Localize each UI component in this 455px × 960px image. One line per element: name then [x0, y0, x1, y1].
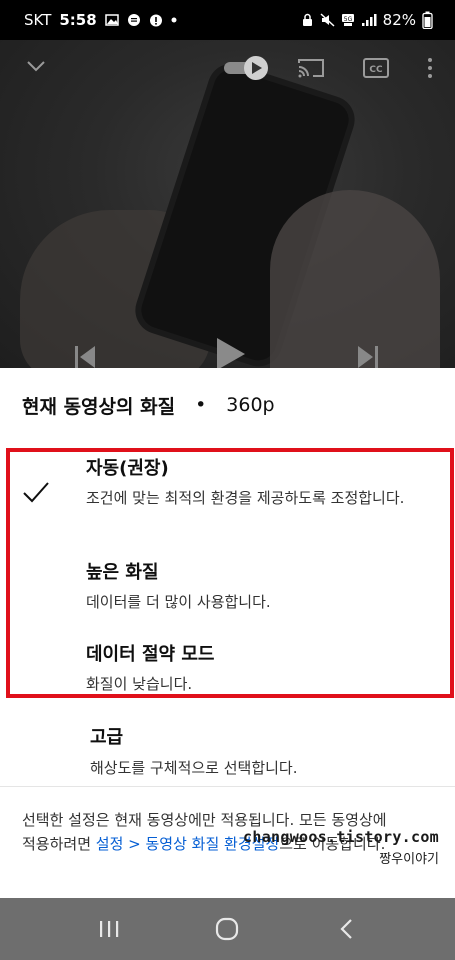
carrier-label: SKT: [24, 11, 52, 29]
option-description: 조건에 맞는 최적의 환경을 제공하도록 조정합니다.: [86, 489, 405, 507]
sheet-header: 현재 동영상의 화질 • 360p: [22, 390, 275, 420]
recent-apps-icon[interactable]: [89, 909, 129, 949]
current-resolution: 360p: [226, 394, 275, 416]
header-title: 현재 동영상의 화질: [22, 395, 176, 418]
option-description: 데이터를 더 많이 사용합니다.: [86, 593, 271, 611]
cast-icon[interactable]: [296, 56, 326, 80]
5g-signal-icon: 5G: [341, 13, 355, 27]
status-bar: SKT 5:58 5G 82%: [0, 0, 455, 40]
play-icon[interactable]: [212, 336, 248, 368]
svg-text:5G: 5G: [343, 16, 352, 23]
option-description: 해상도를 구체적으로 선택합니다.: [90, 759, 298, 777]
cc-icon[interactable]: CC: [362, 56, 390, 80]
autoplay-toggle-icon[interactable]: [222, 54, 272, 82]
battery-icon: [422, 11, 433, 29]
message-notification-icon: [127, 13, 141, 27]
watermark: changwoos.tistory.com 짱우이야기: [243, 828, 439, 867]
quality-option-data-saver[interactable]: 데이터 절약 모드 화질이 낮습니다.: [86, 640, 214, 696]
alert-notification-icon: [149, 14, 163, 27]
more-notifications-dot-icon: [171, 17, 177, 23]
previous-icon[interactable]: [72, 340, 98, 368]
mute-icon: [320, 13, 335, 27]
watermark-blog-name: 짱우이야기: [379, 852, 439, 867]
video-player[interactable]: CC: [0, 40, 455, 368]
cell-signal-icon: [361, 13, 377, 27]
watermark-url: changwoos.tistory.com: [243, 828, 439, 846]
system-nav-bar: [0, 898, 455, 960]
svg-text:CC: CC: [369, 65, 383, 75]
option-title: 고급: [90, 727, 124, 748]
divider: [0, 786, 455, 787]
option-title: 자동(권장): [86, 458, 169, 479]
video-controls: CC: [0, 40, 455, 368]
clock: 5:58: [59, 11, 97, 29]
home-icon[interactable]: [207, 909, 247, 949]
option-title: 높은 화질: [86, 562, 159, 583]
option-title: 데이터 절약 모드: [86, 644, 215, 665]
battery-percent: 82%: [382, 11, 416, 29]
quality-option-advanced[interactable]: 고급 해상도를 구체적으로 선택합니다.: [90, 723, 298, 778]
back-icon[interactable]: [326, 909, 366, 949]
quality-bottom-sheet: 현재 동영상의 화질 • 360p 자동(권장) 조건에 맞는 최적의 환경을 …: [0, 368, 455, 898]
lock-alarm-icon: [301, 13, 314, 27]
checkmark-icon: [22, 481, 50, 507]
more-vert-icon[interactable]: [422, 56, 438, 80]
quality-option-auto[interactable]: 자동(권장) 조건에 맞는 최적의 환경을 제공하도록 조정합니다.: [86, 454, 406, 510]
header-separator: •: [195, 394, 207, 416]
chevron-down-icon[interactable]: [24, 54, 48, 78]
gallery-notification-icon: [104, 14, 119, 26]
next-icon[interactable]: [355, 340, 381, 368]
quality-option-high[interactable]: 높은 화질 데이터를 더 많이 사용합니다.: [86, 558, 271, 614]
option-description: 화질이 낮습니다.: [86, 675, 193, 693]
